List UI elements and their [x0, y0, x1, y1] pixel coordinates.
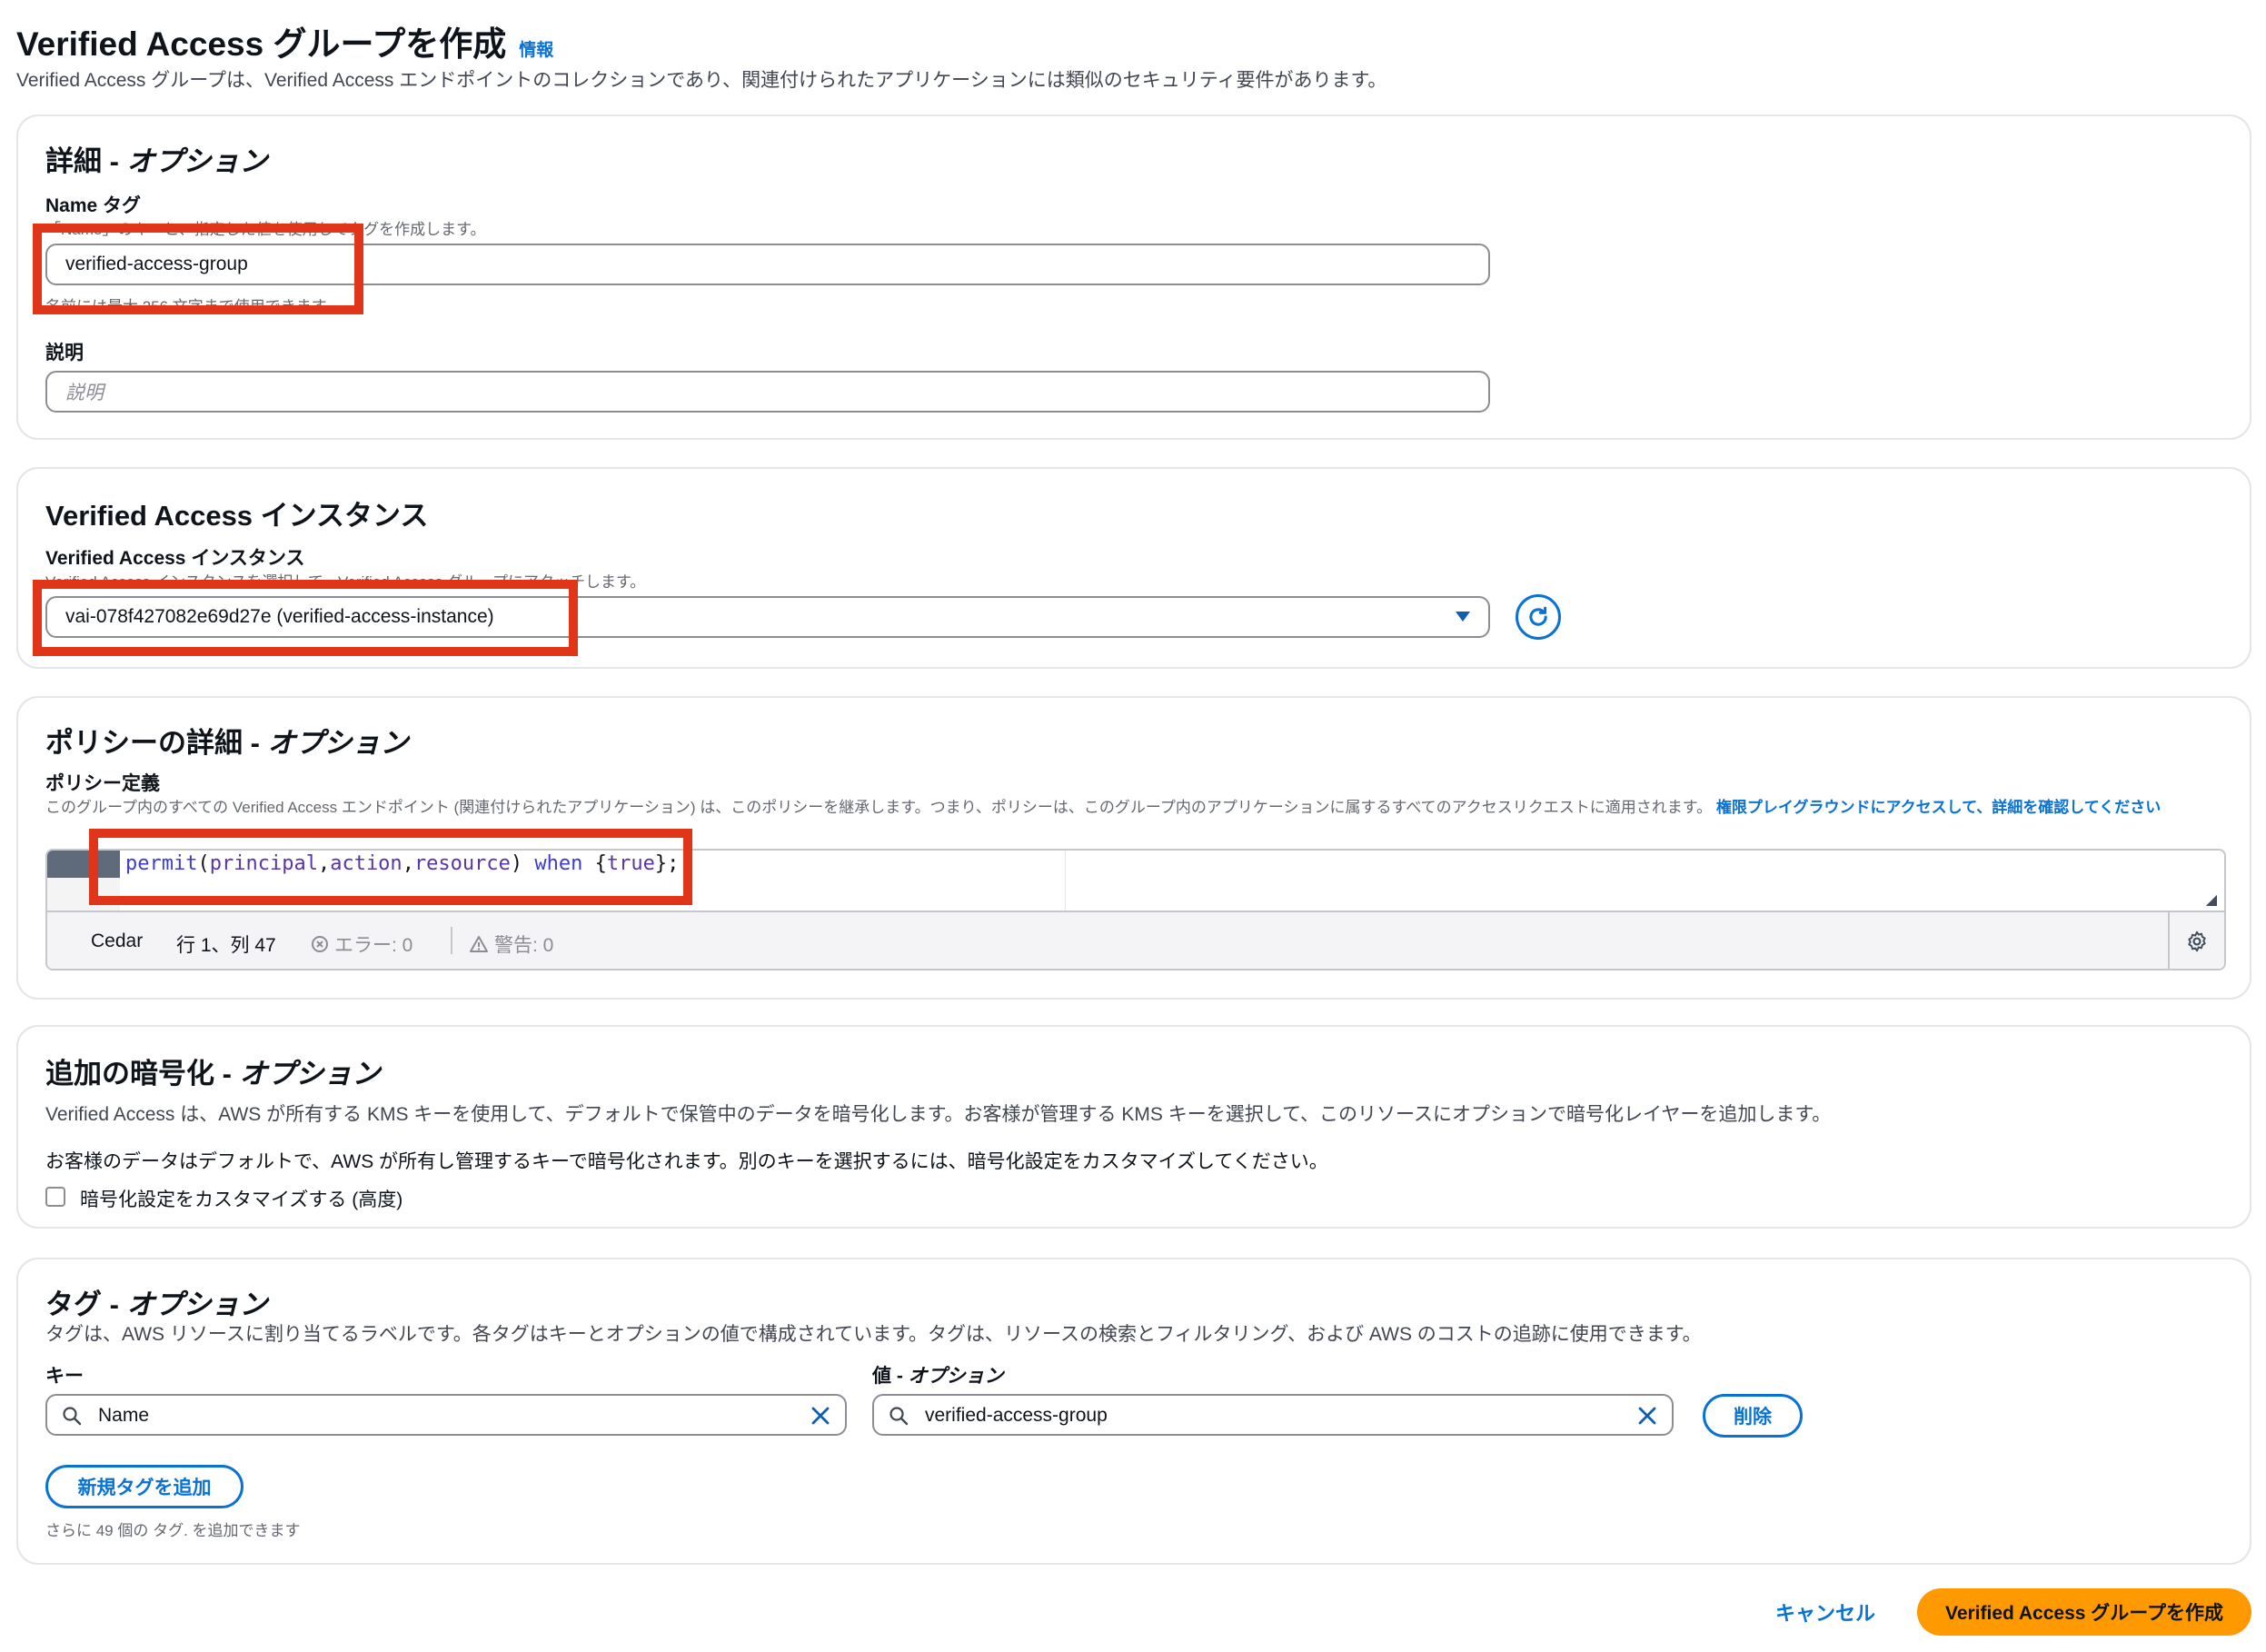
tag-key-value: Name: [98, 1405, 150, 1426]
encryption-description-1: Verified Access は、AWS が所有する KMS キーを使用して、…: [45, 1104, 1832, 1125]
name-tag-constraint: 名前には最大 256 文字まで使用できます。: [45, 298, 342, 315]
tag-key-label: キー: [45, 1366, 84, 1387]
policy-card: ポリシーの詳細 - オプション ポリシー定義 このグループ内のすべての Veri…: [16, 696, 2251, 1000]
instance-select[interactable]: vai-078f427082e69d27e (verified-access-i…: [45, 596, 1490, 638]
status-warnings[interactable]: 警告: 0: [469, 930, 553, 958]
tags-description: タグは、AWS リソースに割り当てるラベルです。各タグはキーとオプションの値で構…: [45, 1324, 1702, 1345]
instance-card: Verified Access インスタンス Verified Access イ…: [16, 467, 2251, 669]
page-title-text: Verified Access グループを作成: [16, 25, 507, 63]
search-icon: [63, 1407, 82, 1426]
search-icon: [890, 1407, 909, 1426]
code-token-when: when: [534, 852, 583, 875]
status-errors[interactable]: エラー: 0: [311, 930, 412, 958]
code-token-close-paren: ): [510, 852, 523, 875]
code-token-action: action: [330, 852, 403, 875]
policy-label: ポリシー定義: [45, 773, 160, 794]
policy-code-line[interactable]: permit(principal,action,resource) when {…: [120, 851, 679, 878]
code-token-resource: resource: [413, 852, 511, 875]
details-title: 詳細 - オプション: [45, 145, 268, 177]
description-placeholder: 説明: [65, 383, 104, 403]
refresh-button[interactable]: [1516, 594, 1561, 640]
name-tag-label: Name タグ: [45, 195, 142, 216]
warning-icon: [470, 936, 488, 952]
instance-title: Verified Access インスタンス: [45, 500, 429, 532]
instance-hint: Verified Access インスタンスを選択して、Verified Acc…: [45, 573, 646, 591]
clear-icon[interactable]: [1637, 1406, 1657, 1426]
tags-title: タグ - オプション: [45, 1289, 268, 1320]
description-input[interactable]: 説明: [45, 371, 1490, 413]
refresh-icon: [1529, 606, 1547, 626]
tag-key-input[interactable]: Name: [45, 1394, 847, 1436]
encryption-description-2: お客様のデータはデフォルトで、AWS が所有し管理するキーで暗号化されます。別の…: [45, 1151, 1328, 1172]
tag-value-label: 値 - オプション: [872, 1366, 1004, 1387]
tags-remaining: さらに 49 個の タグ. を追加できます: [45, 1522, 301, 1539]
clear-icon[interactable]: [810, 1406, 830, 1426]
name-tag-value: verified-access-group: [65, 254, 248, 274]
caret-down-icon: [1456, 612, 1470, 622]
name-tag-input[interactable]: verified-access-group: [45, 244, 1490, 285]
customize-encryption-checkbox[interactable]: [45, 1187, 65, 1207]
customize-encryption-label[interactable]: 暗号化設定をカスタマイズする (高度): [80, 1185, 403, 1212]
code-token-permit: permit: [125, 852, 198, 875]
editor-status-bar: Cedar 行 1、列 47 エラー: 0 警告: 0: [47, 911, 2224, 969]
add-tag-button[interactable]: 新規タグを追加: [45, 1465, 243, 1508]
instance-selected-value: vai-078f427082e69d27e (verified-access-i…: [65, 606, 494, 627]
policy-hint-text: このグループ内のすべての Verified Access エンドポイント (関連…: [45, 799, 1713, 816]
status-language: Cedar: [91, 930, 144, 951]
status-position: 行 1、列 47: [176, 935, 276, 956]
code-token-brace-close: };: [654, 852, 680, 875]
policy-hint: このグループ内のすべての Verified Access エンドポイント (関連…: [45, 798, 2226, 838]
cancel-button[interactable]: キャンセル: [1775, 1597, 1875, 1627]
code-token-brace-open: {: [594, 852, 607, 875]
tags-card: タグ - オプション タグは、AWS リソースに割り当てるラベルです。各タグはキ…: [16, 1258, 2251, 1565]
code-token-principal: principal: [209, 852, 318, 875]
status-divider: [451, 927, 452, 954]
editor-divider: [1065, 851, 1066, 911]
page-title: Verified Access グループを作成 情報: [16, 16, 553, 65]
status-errors-text: エラー: 0: [334, 935, 413, 956]
editor-settings-button[interactable]: [2168, 912, 2224, 969]
code-token-true: true: [606, 852, 655, 875]
remove-tag-button[interactable]: 削除: [1703, 1394, 1803, 1438]
code-token-open-paren: (: [197, 852, 210, 875]
page-description: Verified Access グループは、Verified Access エン…: [16, 70, 1387, 91]
instance-label: Verified Access インスタンス: [45, 548, 305, 569]
name-tag-hint: 「Name」のキーと、指定した値を使用してタグを作成します。: [45, 221, 486, 238]
editor-active-line: [47, 851, 120, 878]
resize-handle-icon[interactable]: ◢: [2206, 891, 2217, 909]
editor-gutter: [47, 851, 120, 911]
description-label: 説明: [45, 343, 84, 363]
encryption-card: 追加の暗号化 - オプション Verified Access は、AWS が所有…: [16, 1025, 2251, 1229]
error-icon: [312, 936, 328, 952]
encryption-title: 追加の暗号化 - オプション: [45, 1058, 381, 1090]
policy-title: ポリシーの詳細 - オプション: [45, 727, 409, 759]
details-card: 詳細 - オプション Name タグ 「Name」のキーと、指定した値を使用して…: [16, 114, 2251, 440]
create-group-button[interactable]: Verified Access グループを作成: [1917, 1588, 2251, 1636]
policy-hint-link[interactable]: 権限プレイグラウンドにアクセスして、詳細を確認してください: [1716, 799, 2161, 816]
gear-icon: [2188, 930, 2206, 952]
info-link[interactable]: 情報: [519, 36, 553, 61]
tag-value-value: verified-access-group: [925, 1405, 1108, 1426]
code-token-comma-1: ,: [317, 852, 331, 875]
policy-code-editor[interactable]: permit(principal,action,resource) when {…: [45, 849, 2226, 970]
tag-value-input[interactable]: verified-access-group: [872, 1394, 1674, 1436]
status-warnings-text: 警告: 0: [494, 935, 554, 956]
code-token-comma-2: ,: [402, 852, 414, 875]
